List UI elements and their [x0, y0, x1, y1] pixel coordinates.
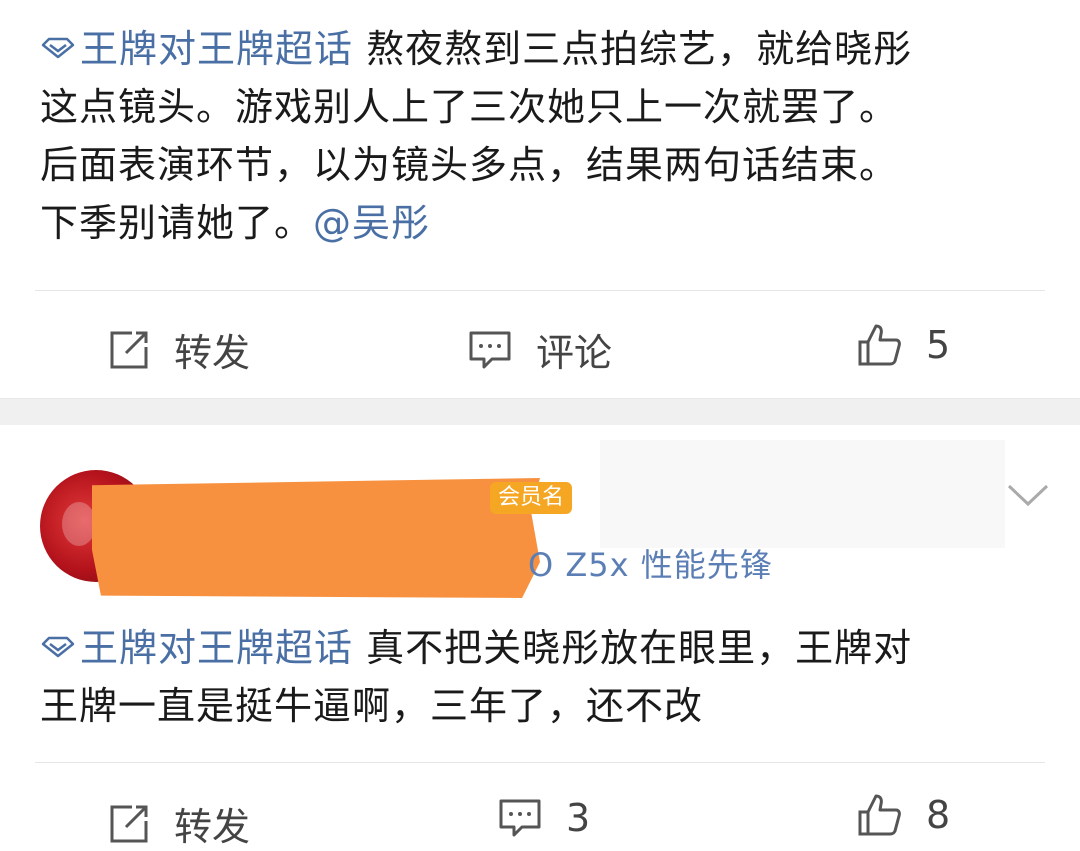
diamond-topic-icon	[41, 37, 75, 58]
repost-label: 转发	[174, 805, 251, 849]
diamond-topic-icon	[41, 636, 75, 657]
like-count: 8	[926, 793, 951, 837]
comment-button[interactable]: 3	[498, 796, 590, 840]
redaction-overlay	[92, 478, 540, 598]
divider	[35, 762, 1045, 763]
post-text-line: 下季别请她了。	[40, 201, 314, 245]
post-text-line: 真不把关晓彤放在眼里，王牌对	[353, 626, 913, 670]
member-badge: 会员名	[490, 482, 573, 514]
like-icon	[858, 324, 901, 366]
post-text-line: 这点镜头。游戏别人上了三次她只上一次就罢了。	[40, 85, 899, 129]
like-button[interactable]: 8	[856, 792, 950, 838]
chevron-down-icon[interactable]	[1005, 480, 1051, 510]
post-2-text: 王牌对王牌超话 真不把关晓彤放在眼里，王牌对 王牌一直是挺牛逼啊，三年了，还不改	[40, 619, 1050, 735]
like-count: 5	[926, 323, 951, 367]
like-button[interactable]: 5	[856, 322, 950, 368]
post-text-line: 熬夜熬到三点拍综艺，就给晓彤	[353, 27, 913, 71]
post-1-text: 王牌对王牌超话 熬夜熬到三点拍综艺，就给晓彤 这点镜头。游戏别人上了三次她只上一…	[40, 20, 1050, 252]
topic-link[interactable]: 王牌对王牌超话	[40, 27, 353, 71]
topic-link[interactable]: 王牌对王牌超话	[40, 626, 353, 670]
repost-button[interactable]: 转发	[108, 796, 250, 851]
post-text-line: 后面表演环节，以为镜头多点，结果两句话结束。	[40, 143, 899, 187]
comment-icon	[469, 331, 511, 368]
feed-separator	[0, 398, 1080, 426]
repost-label: 转发	[174, 331, 251, 375]
divider	[35, 290, 1045, 291]
post-1: 王牌对王牌超话 熬夜熬到三点拍综艺，就给晓彤 这点镜头。游戏别人上了三次她只上一…	[0, 0, 1080, 398]
comment-button[interactable]: 评论	[468, 322, 612, 377]
post-text-line: 王牌一直是挺牛逼啊，三年了，还不改	[40, 684, 704, 728]
repost-button[interactable]: 转发	[108, 322, 250, 377]
topic-label[interactable]: 王牌对王牌超话	[80, 626, 353, 670]
repost-icon	[110, 331, 148, 368]
like-icon	[858, 794, 901, 836]
device-label: O Z5x 性能先锋	[528, 546, 773, 584]
blurred-area	[600, 440, 1005, 548]
comment-count: 3	[566, 796, 591, 840]
mention-link[interactable]: @吴彤	[313, 201, 430, 245]
comment-label: 评论	[536, 331, 613, 375]
topic-label[interactable]: 王牌对王牌超话	[80, 27, 353, 71]
repost-icon	[110, 805, 148, 842]
